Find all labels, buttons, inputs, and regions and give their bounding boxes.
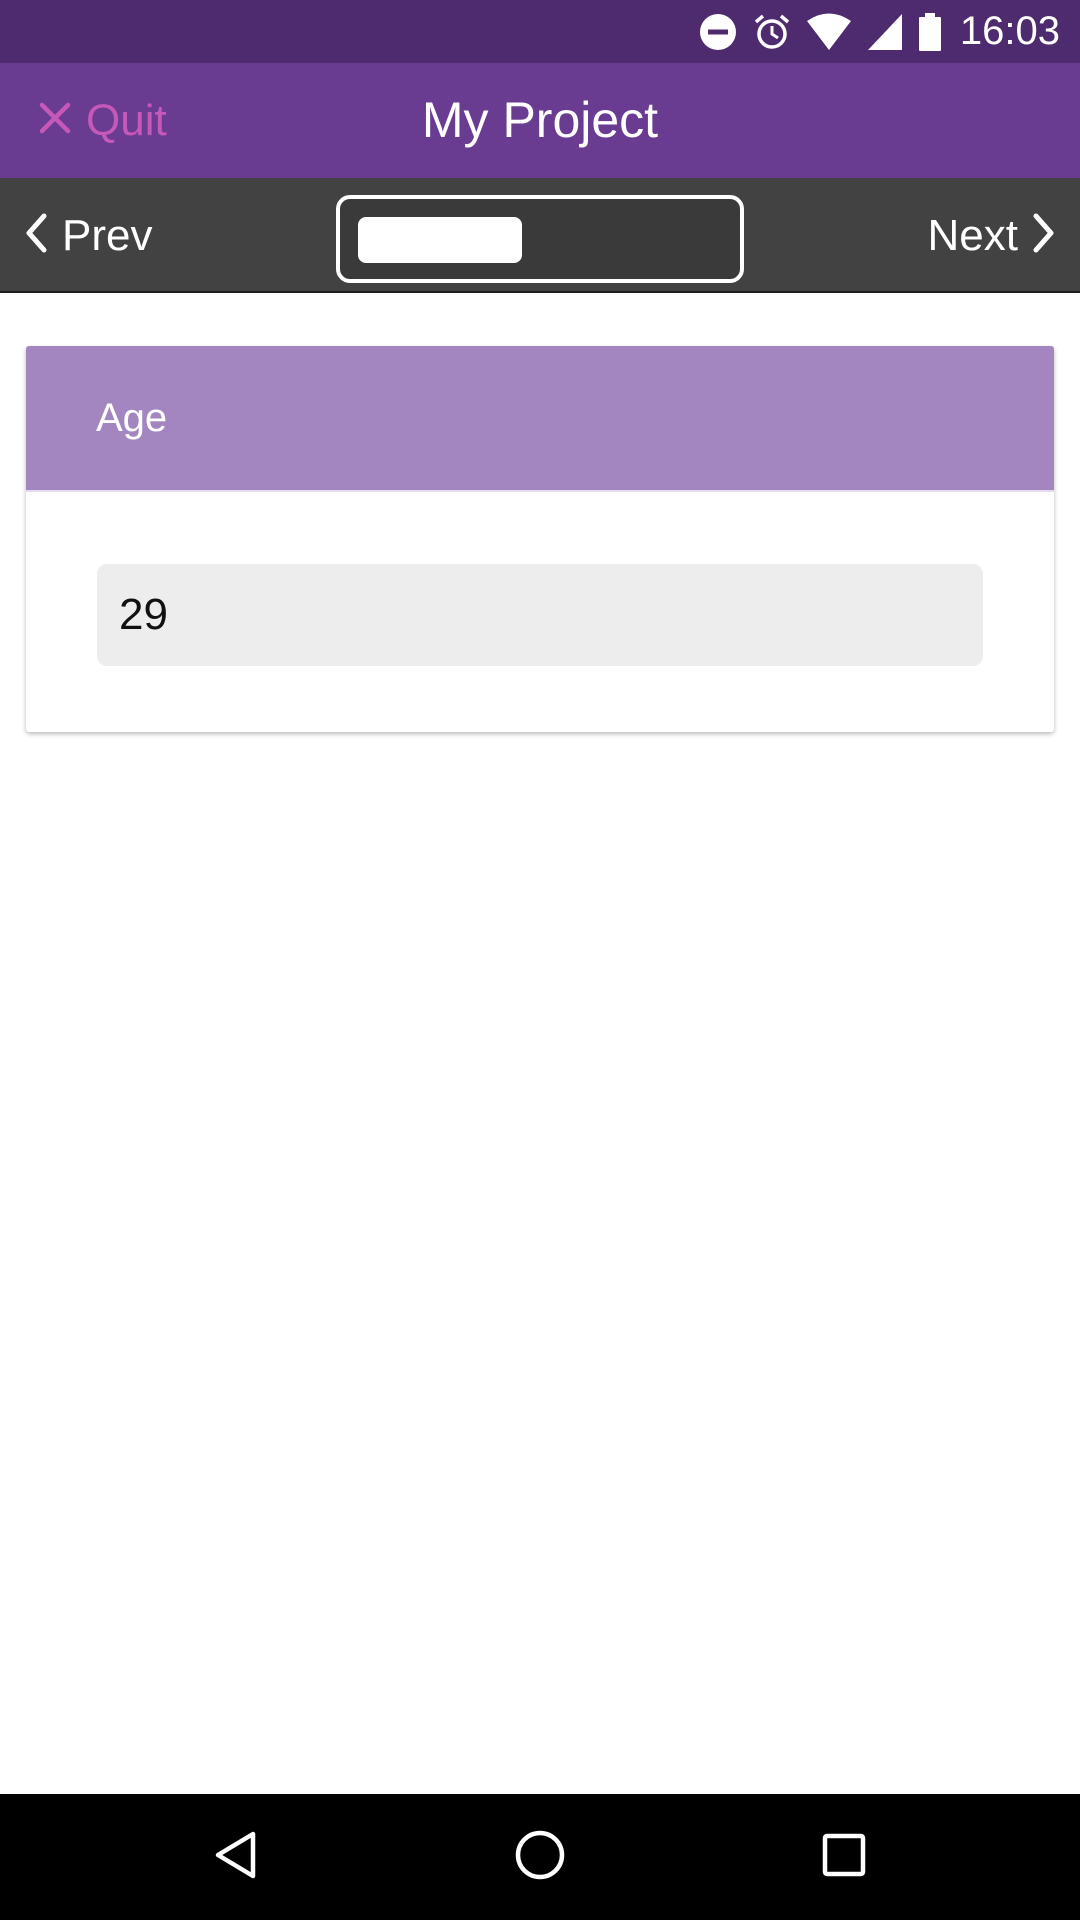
quit-button[interactable]: Quit: [38, 63, 167, 178]
battery-icon: [918, 12, 942, 52]
prev-label: Prev: [62, 210, 153, 260]
back-button[interactable]: [173, 1794, 299, 1920]
back-icon: [213, 1830, 259, 1885]
question-card: Age 29: [26, 346, 1054, 732]
progress-bar: [336, 195, 744, 283]
do-not-disturb-icon: [698, 12, 738, 52]
next-label: Next: [927, 210, 1018, 260]
app-bar: My Project Quit: [0, 63, 1080, 178]
system-nav-bar: [0, 1794, 1080, 1920]
status-icons: 16:03: [698, 0, 1060, 63]
next-button[interactable]: Next: [928, 178, 1056, 293]
prev-button[interactable]: Prev: [24, 178, 152, 293]
close-icon: [38, 101, 72, 140]
cell-signal-icon: [866, 12, 904, 52]
chevron-right-icon: [1032, 212, 1056, 259]
quit-label: Quit: [86, 95, 167, 145]
recents-button[interactable]: [781, 1794, 907, 1920]
answer-field[interactable]: 29: [97, 564, 983, 666]
home-button[interactable]: [477, 1794, 603, 1920]
chevron-left-icon: [24, 212, 48, 259]
status-bar: 16:03: [0, 0, 1080, 63]
question-label: Age: [96, 395, 168, 440]
alarm-icon: [752, 12, 792, 52]
answer-value: 29: [119, 590, 168, 639]
screen: 16:03 My Project Quit Prev Next Age 29: [0, 0, 1080, 1920]
status-time: 16:03: [959, 9, 1060, 53]
recents-icon: [821, 1832, 867, 1883]
home-icon: [514, 1829, 566, 1886]
wifi-icon: [806, 12, 852, 52]
nav-bar: Prev Next: [0, 178, 1080, 293]
progress-fill: [358, 217, 522, 263]
question-header: Age: [26, 346, 1054, 492]
